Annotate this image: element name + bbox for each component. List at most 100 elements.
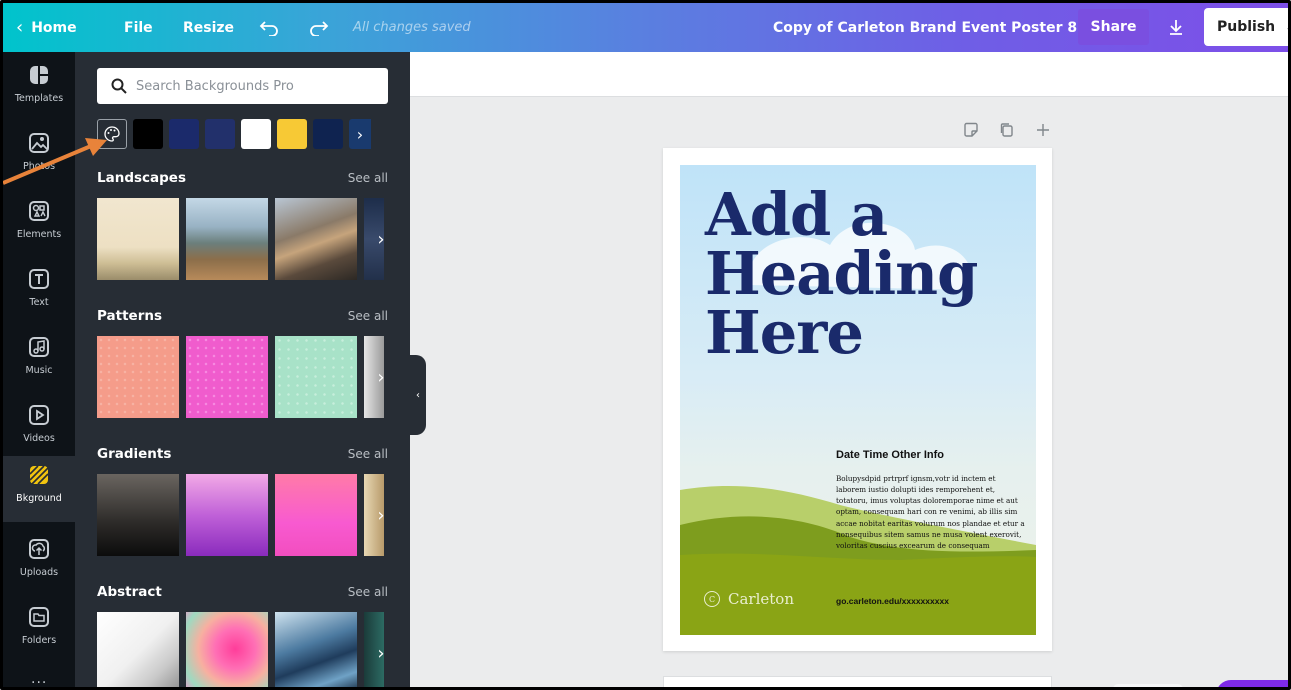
backgrounds-panel: Search Backgrounds Pro › Landscapes See … — [75, 52, 410, 687]
poster-heading[interactable]: Add a Heading Here — [705, 185, 1025, 362]
top-bar: ‹ Home File Resize All changes saved Cop… — [3, 3, 1288, 52]
landscape-thumbnail[interactable] — [275, 198, 357, 280]
rail-item-templates[interactable]: Templates — [3, 56, 75, 116]
collapse-panel-button[interactable]: ‹ — [410, 355, 426, 435]
music-icon — [29, 337, 49, 357]
see-all-link[interactable]: See all — [348, 447, 388, 461]
rail-item-background[interactable]: Bkground — [3, 456, 75, 522]
rail-label: Videos — [23, 433, 55, 444]
page-tools — [963, 122, 1051, 138]
editor-toolbar — [410, 52, 1288, 97]
swatch-black[interactable] — [133, 119, 163, 149]
logo-text: Carleton — [728, 590, 794, 608]
chevron-right-icon: › — [377, 642, 385, 664]
section-landscapes: Landscapes See all › — [97, 168, 388, 280]
side-nav: Templates Photos Elements Text Music Vid… — [3, 52, 75, 687]
abstract-thumbnail[interactable] — [186, 612, 268, 687]
redo-button[interactable] — [309, 3, 331, 52]
home-button[interactable]: ‹ Home — [16, 3, 77, 52]
videos-icon — [29, 405, 49, 425]
rail-item-text[interactable]: Text — [3, 260, 75, 320]
swatch-dark-blue[interactable] — [205, 119, 235, 149]
share-button[interactable]: Share — [1078, 9, 1149, 45]
editor-canvas-area: Add a Heading Here Date Time Other Info … — [410, 52, 1288, 687]
zoom-control[interactable] — [1113, 684, 1183, 687]
publish-button[interactable]: Publish ⌄ — [1204, 8, 1288, 46]
rail-label: Templates — [14, 93, 64, 104]
event-info-title[interactable]: Date Time Other Info — [836, 449, 944, 461]
pattern-thumbnail[interactable] — [275, 336, 357, 418]
swatch-navy[interactable] — [169, 119, 199, 149]
background-icon — [29, 465, 49, 485]
abstract-next-button[interactable]: › — [370, 612, 392, 687]
rail-item-photos[interactable]: Photos — [3, 124, 75, 184]
app-window: ‹ Home File Resize All changes saved Cop… — [0, 0, 1291, 690]
gradient-thumbnail[interactable] — [97, 474, 179, 556]
event-url[interactable]: go.carleton.edu/xxxxxxxxxx — [836, 596, 949, 606]
uploads-icon — [29, 539, 49, 559]
duplicate-icon[interactable] — [999, 122, 1015, 138]
chevron-right-icon: › — [377, 228, 385, 250]
chevron-right-icon: › — [377, 504, 385, 526]
abstract-thumbnail[interactable] — [97, 612, 179, 687]
rail-item-music[interactable]: Music — [3, 328, 75, 388]
color-picker-button[interactable] — [97, 119, 127, 149]
design-page[interactable]: Add a Heading Here Date Time Other Info … — [663, 148, 1052, 651]
next-page-preview[interactable] — [663, 676, 1052, 687]
save-status: All changes saved — [353, 20, 471, 35]
more-button[interactable]: ... — [31, 671, 47, 687]
swatch-yellow[interactable] — [277, 119, 307, 149]
pattern-thumbnail[interactable] — [186, 336, 268, 418]
publish-label: Publish — [1217, 19, 1276, 35]
pattern-thumbnail[interactable] — [97, 336, 179, 418]
search-icon — [111, 78, 127, 94]
rail-item-videos[interactable]: Videos — [3, 396, 75, 456]
gradients-next-button[interactable]: › — [370, 474, 392, 556]
rail-label: Music — [25, 365, 53, 376]
elements-icon — [29, 201, 49, 221]
carleton-logo[interactable]: C Carleton — [704, 590, 794, 608]
heading-line: Heading — [705, 239, 978, 308]
swatch-white[interactable] — [241, 119, 271, 149]
rail-item-folders[interactable]: Folders — [3, 598, 75, 658]
download-button[interactable] — [1158, 9, 1194, 45]
landscape-thumbnail[interactable] — [97, 198, 179, 280]
undo-button[interactable] — [259, 3, 281, 52]
section-title: Patterns — [97, 308, 163, 324]
section-title: Landscapes — [97, 170, 186, 186]
help-button[interactable] — [1216, 680, 1288, 687]
file-menu-button[interactable]: File — [124, 3, 153, 52]
landscape-thumbnail[interactable] — [186, 198, 268, 280]
gradient-thumbnail[interactable] — [186, 474, 268, 556]
heading-line: Add a — [705, 180, 888, 249]
rail-label: Uploads — [19, 567, 59, 578]
home-label: Home — [31, 19, 77, 36]
patterns-next-button[interactable]: › — [370, 336, 392, 418]
download-icon — [1170, 20, 1182, 35]
swatches-next-button[interactable]: › — [349, 119, 371, 149]
rail-label: Folders — [21, 635, 57, 646]
search-placeholder: Search Backgrounds Pro — [136, 78, 294, 94]
event-info-body[interactable]: Bolupysdpid prtrprf ignsm,votr id inctem… — [836, 473, 1026, 551]
landscapes-next-button[interactable]: › — [370, 198, 392, 280]
abstract-thumbnail[interactable] — [275, 612, 357, 687]
document-title[interactable]: Copy of Carleton Brand Event Poster 8.5 … — [773, 3, 1126, 52]
search-input[interactable]: Search Backgrounds Pro — [97, 68, 388, 104]
section-title: Abstract — [97, 584, 162, 600]
rail-item-elements[interactable]: Elements — [3, 192, 75, 252]
poster[interactable]: Add a Heading Here Date Time Other Info … — [680, 165, 1036, 635]
add-page-icon[interactable] — [1035, 122, 1051, 138]
see-all-link[interactable]: See all — [348, 585, 388, 599]
note-icon[interactable] — [963, 122, 979, 138]
rail-item-uploads[interactable]: Uploads — [3, 530, 75, 590]
see-all-link[interactable]: See all — [348, 309, 388, 323]
resize-button[interactable]: Resize — [183, 3, 234, 52]
gradient-thumbnail[interactable] — [275, 474, 357, 556]
seal-icon: C — [704, 591, 720, 607]
swatch-midnight[interactable] — [313, 119, 343, 149]
chevron-right-icon: › — [356, 124, 364, 144]
see-all-link[interactable]: See all — [348, 171, 388, 185]
palette-icon — [104, 126, 120, 142]
section-gradients: Gradients See all › — [97, 444, 388, 556]
text-icon — [29, 269, 49, 289]
